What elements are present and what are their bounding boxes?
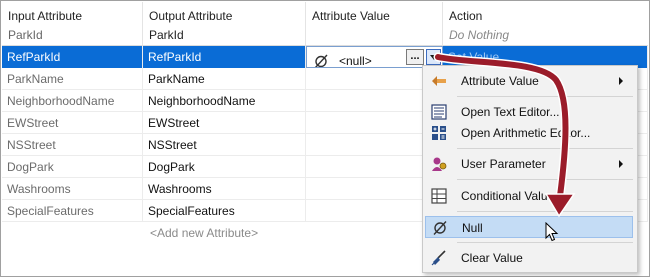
mouse-cursor-icon (545, 222, 559, 242)
